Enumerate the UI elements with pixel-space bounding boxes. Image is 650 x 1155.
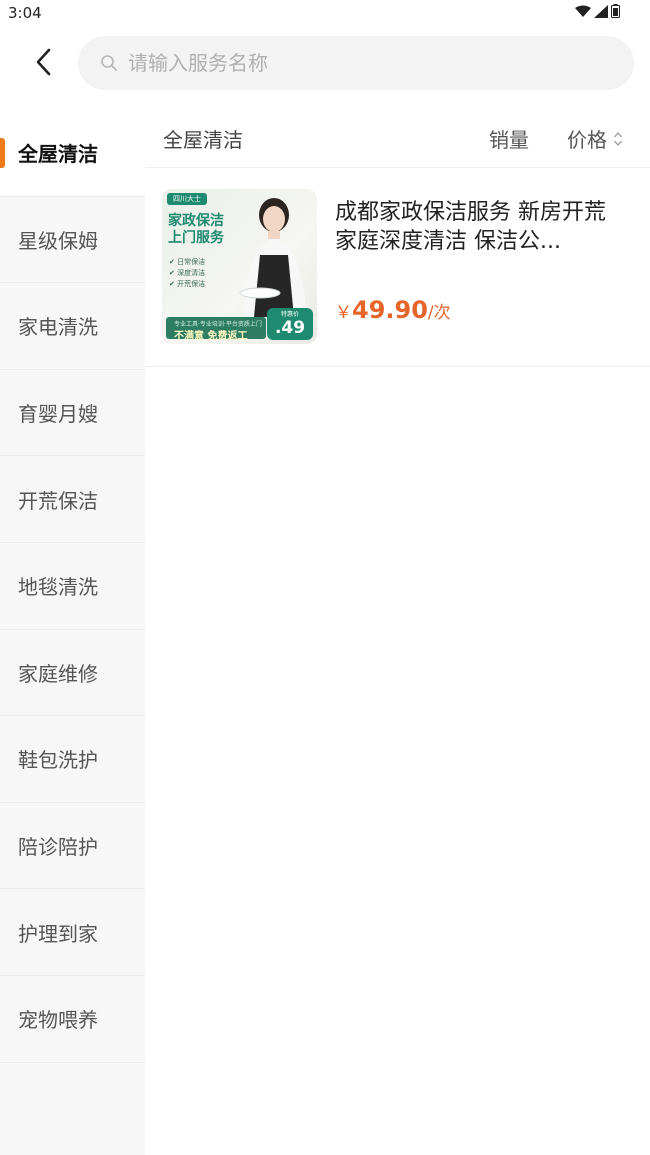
sidebar-item-home-repair[interactable]: 家庭维修: [0, 630, 145, 717]
search-input[interactable]: [128, 51, 598, 75]
sort-by-price[interactable]: 价格: [567, 124, 623, 153]
image-headline-line2: 上门服务: [168, 230, 224, 246]
sidebar-item-label: 开荒保洁: [18, 488, 98, 513]
image-check-item: ✔ 深度清洁: [169, 269, 206, 277]
sidebar-item-star-nanny[interactable]: 星级保姆: [0, 197, 145, 284]
image-check-item: ✔ 开荒保洁: [169, 280, 206, 288]
status-bar: 3:04: [0, 0, 650, 26]
chevron-left-icon: [36, 48, 51, 76]
search-box[interactable]: [78, 36, 634, 90]
image-headline-line1: 家政保洁: [168, 213, 224, 229]
sidebar-item-label: 宠物喂养: [18, 1008, 98, 1033]
sidebar-item-new-home-cleaning[interactable]: 开荒保洁: [0, 456, 145, 543]
sidebar-item-label: 地毯清洗: [18, 575, 98, 600]
product-price: ￥49.90/次: [335, 296, 451, 324]
product-title: 成都家政保洁服务 新房开荒家庭深度清洁 保洁公...: [335, 200, 606, 254]
price-currency: ￥: [335, 303, 352, 323]
sidebar-item-label: 陪诊陪护: [18, 835, 98, 860]
image-banner-text: 不满意 免费返工: [174, 331, 248, 342]
sidebar-item-label: 育婴月嫂: [18, 402, 98, 427]
sidebar-item-pet-feeding[interactable]: 宠物喂养: [0, 976, 145, 1063]
back-button[interactable]: [22, 40, 66, 84]
image-badge-number: .49: [274, 318, 306, 338]
image-price-badge: 特惠价 .49: [267, 308, 313, 340]
sidebar-item-label: 护理到家: [18, 921, 98, 946]
image-check-list: ✔ 日常保洁 ✔ 深度清洁 ✔ 开荒保洁: [169, 257, 205, 290]
battery-icon: [611, 4, 620, 18]
product-image: 四川大士 家政保洁 上门服务 ✔ 日常保洁 ✔ 深度清洁 ✔ 开荒保洁 专业工具…: [162, 189, 317, 344]
image-banner: 专业工具·专业培训·平台资质上门 不满意 免费返工: [166, 317, 266, 342]
product-content: 全屋清洁 销量 价格 四川大士 家政保洁 上门服务 ✔ 日常保洁 ✔ 深度清洁 …: [145, 110, 650, 1155]
category-title: 全屋清洁: [163, 128, 243, 152]
signal-icon: [594, 4, 608, 18]
status-icons: [575, 4, 620, 18]
sort-price-label: 价格: [567, 128, 607, 152]
cleaner-person-illustration: [239, 198, 306, 317]
sidebar-item-label: 鞋包洗护: [18, 748, 98, 773]
sidebar-item-label: 家庭维修: [18, 661, 98, 686]
price-amount: 49.90: [352, 296, 428, 324]
sidebar-item-carpet-cleaning[interactable]: 地毯清洗: [0, 543, 145, 630]
sort-by-sales[interactable]: 销量: [489, 124, 529, 153]
sidebar-item-whole-house-cleaning[interactable]: 全屋清洁: [0, 110, 145, 197]
product-card[interactable]: 四川大士 家政保洁 上门服务 ✔ 日常保洁 ✔ 深度清洁 ✔ 开荒保洁 专业工具…: [145, 168, 650, 367]
sidebar-item-label: 全屋清洁: [18, 142, 98, 167]
sidebar-item-label: 家电清洗: [18, 315, 98, 340]
image-badge-label: 特惠价: [280, 311, 299, 318]
price-unit: /次: [427, 303, 451, 323]
wifi-icon: [575, 5, 591, 17]
sidebar-item-appliance-cleaning[interactable]: 家电清洗: [0, 283, 145, 370]
sidebar-item-shoe-bag-care[interactable]: 鞋包洗护: [0, 716, 145, 803]
image-headline: 家政保洁 上门服务: [168, 213, 224, 247]
top-bar: [0, 26, 650, 100]
sidebar-item-medical-escort[interactable]: 陪诊陪护: [0, 803, 145, 890]
sidebar-item-maternity-nanny[interactable]: 育婴月嫂: [0, 370, 145, 457]
sidebar-item-label: 星级保姆: [18, 228, 98, 253]
search-icon: [101, 55, 117, 71]
sidebar-item-home-nursing[interactable]: 护理到家: [0, 889, 145, 976]
status-time: 3:04: [8, 4, 42, 22]
sort-bar: 全屋清洁 销量 价格: [145, 110, 650, 168]
category-sidebar: 全屋清洁 星级保姆 家电清洗 育婴月嫂 开荒保洁 地毯清洗 家庭维修 鞋包洗护 …: [0, 110, 145, 1155]
image-brand-tag: 四川大士: [167, 193, 207, 205]
image-check-item: ✔ 日常保洁: [169, 258, 206, 266]
sort-updown-icon: [614, 131, 622, 146]
